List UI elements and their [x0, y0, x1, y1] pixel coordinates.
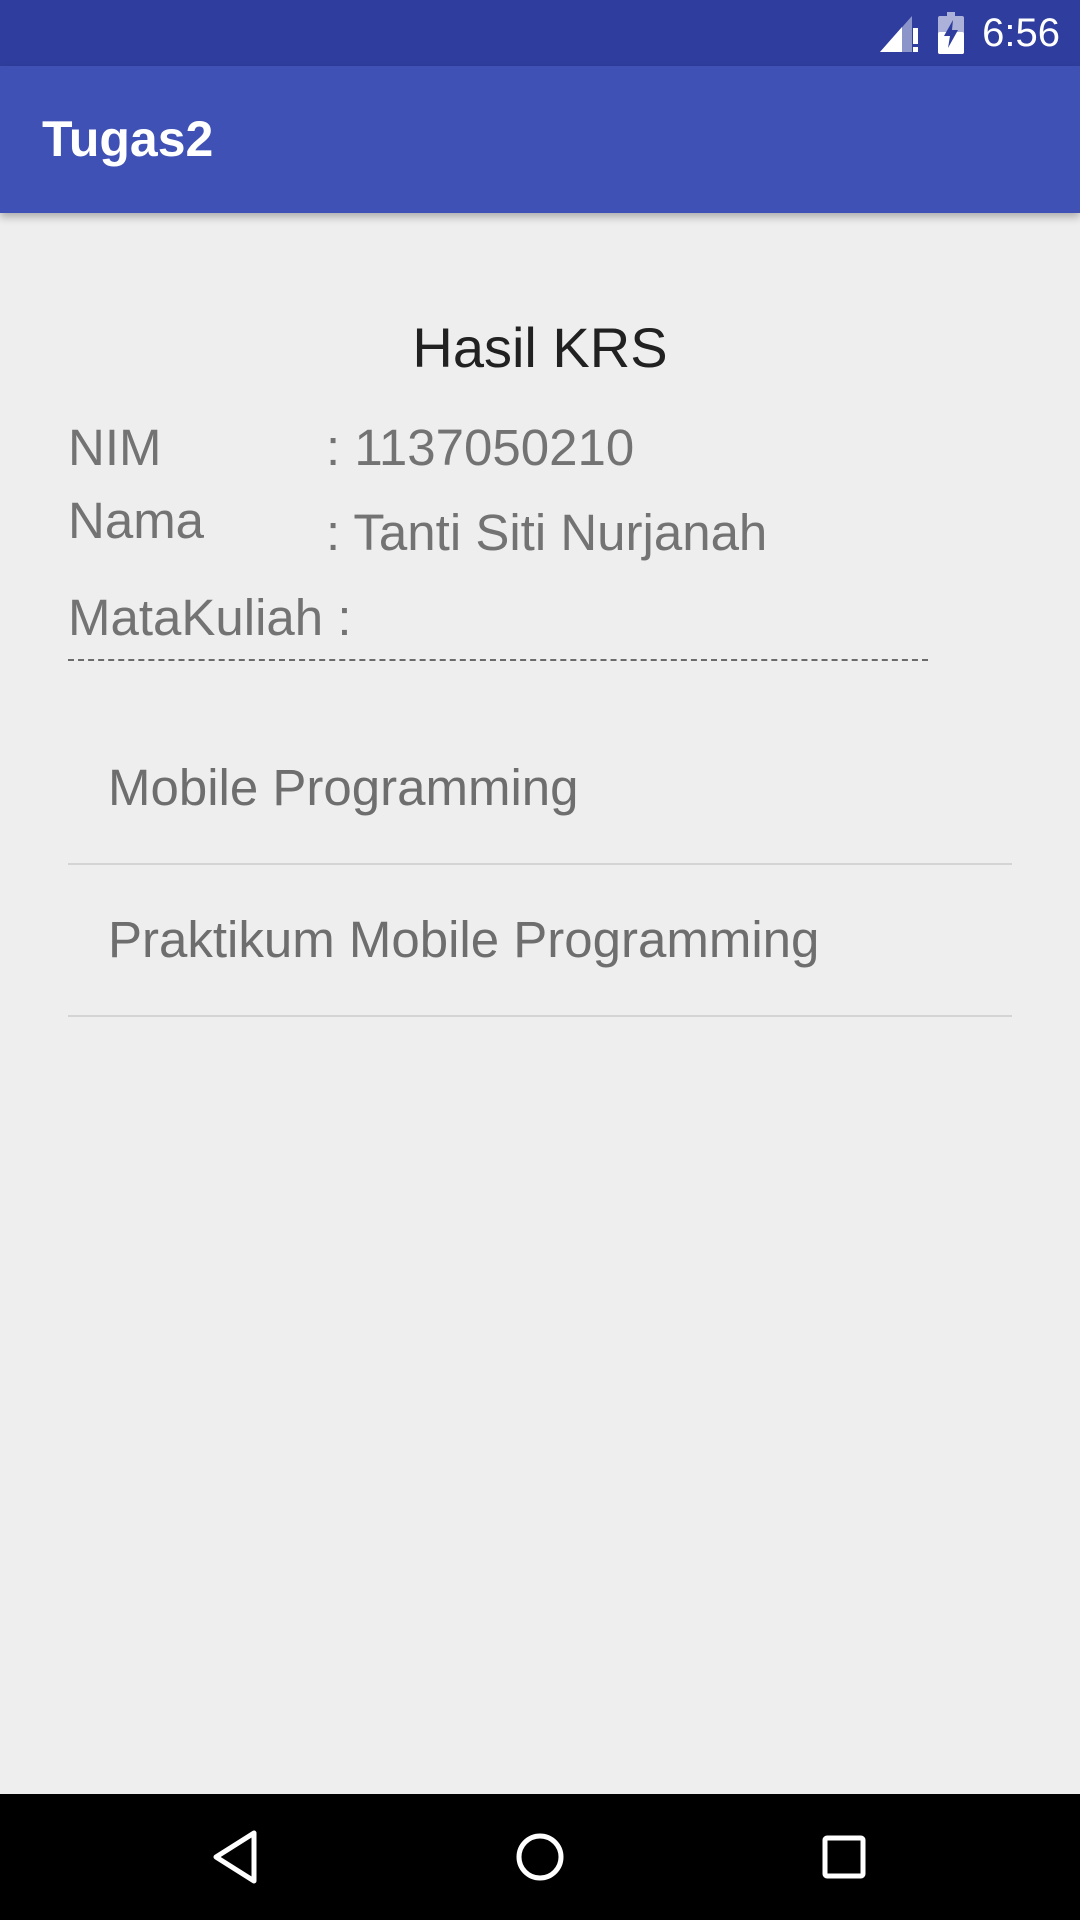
signal-alert-icon — [878, 12, 920, 54]
dashed-divider — [68, 659, 928, 661]
course-label: Praktikum Mobile Programming — [108, 911, 820, 968]
back-button[interactable] — [173, 1794, 299, 1920]
krs-result-content: Hasil KRS NIM : 1137050210 Nama : Tanti … — [0, 213, 1080, 1794]
course-list: Mobile Programming Praktikum Mobile Prog… — [68, 713, 1012, 1017]
nama-label: Nama — [68, 492, 205, 549]
app-title: Tugas2 — [42, 111, 214, 167]
status-bar: 6:56 — [0, 0, 1080, 66]
status-time: 6:56 — [982, 11, 1060, 55]
list-item-course-2[interactable]: Praktikum Mobile Programming — [68, 865, 1012, 1017]
status-icons: 6:56 — [878, 0, 1060, 66]
matakuliah-label: MataKuliah : — [68, 589, 352, 646]
battery-charging-icon — [938, 12, 965, 54]
app-bar: Tugas2 — [0, 66, 1080, 213]
nim-value: : 1137050210 — [326, 419, 635, 476]
back-icon — [213, 1830, 257, 1884]
home-button[interactable] — [477, 1794, 603, 1920]
list-item-course-1[interactable]: Mobile Programming — [68, 713, 1012, 865]
recents-icon — [822, 1835, 866, 1879]
recents-button[interactable] — [781, 1794, 907, 1920]
nim-label: NIM — [68, 419, 162, 476]
nama-value: : Tanti Siti Nurjanah — [326, 504, 768, 561]
course-label: Mobile Programming — [108, 759, 579, 816]
navigation-bar — [0, 1794, 1080, 1920]
page-title: Hasil KRS — [412, 316, 668, 379]
screen: 6:56 Tugas2 Hasil KRS NIM : 1137050210 N… — [0, 0, 1080, 1920]
home-icon — [516, 1833, 564, 1881]
